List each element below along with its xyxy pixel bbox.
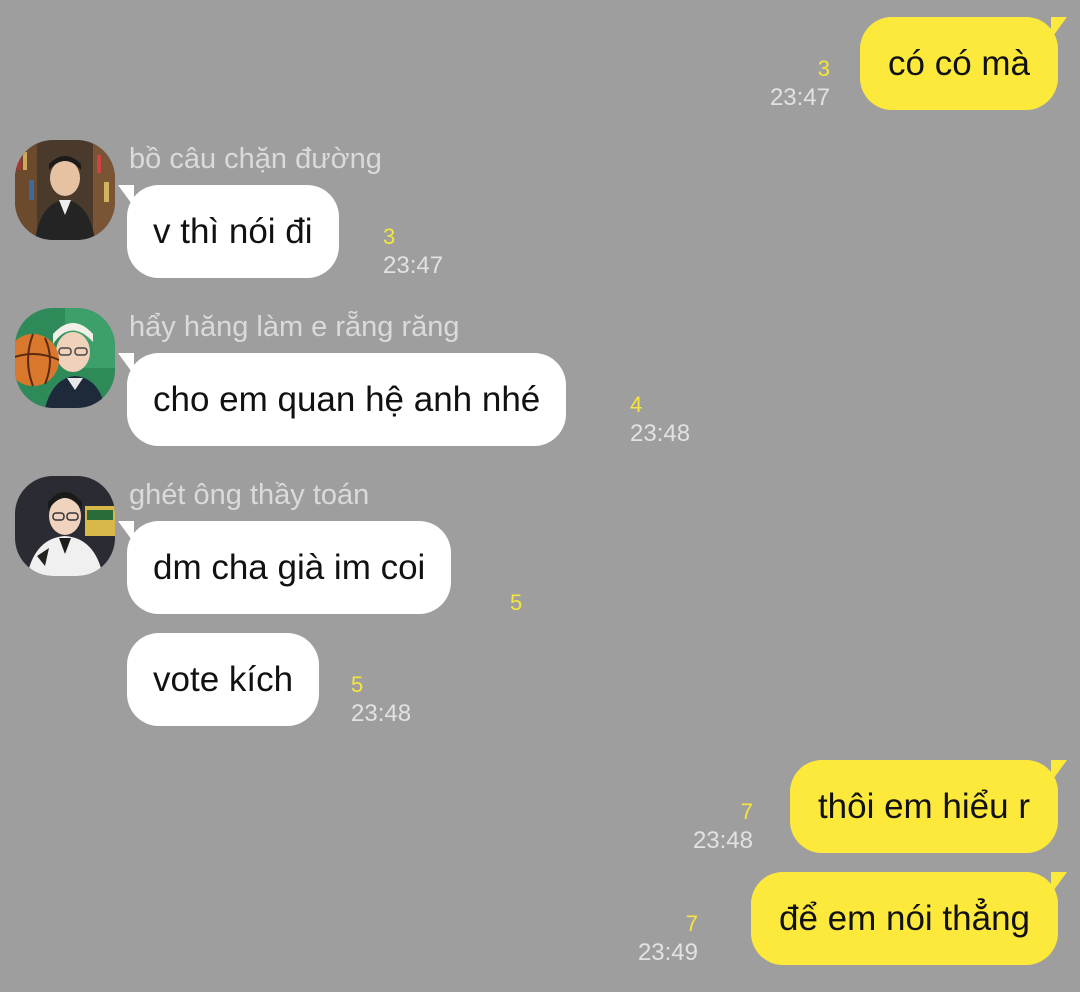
incoming-message-bubble[interactable]: v thì nói đi [118, 185, 339, 278]
unread-count: 7 [740, 799, 753, 824]
user-photo-avatar-icon [15, 308, 115, 408]
message-time: 23:48 [692, 827, 753, 854]
sender-avatar[interactable] [15, 308, 115, 408]
unread-count: 3 [817, 56, 830, 81]
chat-message-list[interactable]: 3 23:47 có có mà bồ câu chặn đường v thì… [0, 0, 1080, 992]
sender-name: bồ câu chặn đường [129, 143, 382, 175]
incoming-message-bubble[interactable]: vote kích [127, 633, 320, 726]
incoming-message-bubble[interactable]: cho em quan hệ anh nhé [117, 353, 567, 446]
user-photo-avatar-icon [15, 140, 115, 240]
user-photo-avatar-icon [15, 476, 115, 576]
message-time: 23:47 [383, 252, 444, 279]
outgoing-message-bubble[interactable]: để em nói thẳng [750, 872, 1068, 965]
message-text: thôi em hiểu r [817, 787, 1030, 826]
sender-name: ghét ông thầy toán [129, 479, 370, 511]
sender-avatar[interactable] [15, 140, 115, 240]
message-time: 23:47 [769, 84, 830, 111]
message-text: dm cha già im coi [153, 548, 426, 587]
sender-avatar[interactable] [15, 476, 115, 576]
message-text: có có mà [888, 44, 1030, 83]
unread-count: 5 [351, 672, 364, 697]
unread-count: 3 [383, 224, 396, 249]
message-time: 23:48 [351, 700, 412, 727]
outgoing-message-bubble[interactable]: có có mà [860, 17, 1067, 110]
message-text: để em nói thẳng [778, 899, 1030, 938]
unread-count: 4 [630, 392, 643, 417]
message-text: v thì nói đi [153, 212, 313, 251]
unread-count: 7 [685, 911, 698, 936]
message-text: vote kích [153, 660, 294, 699]
sender-name: hẩy hăng làm e rẵng răng [129, 311, 460, 343]
incoming-message-bubble[interactable]: dm cha già im coi [117, 521, 452, 614]
message-text: cho em quan hệ anh nhé [153, 380, 541, 419]
unread-count: 5 [510, 590, 523, 615]
message-time: 23:49 [637, 939, 698, 966]
message-time: 23:48 [630, 420, 691, 447]
outgoing-message-bubble[interactable]: thôi em hiểu r [789, 760, 1068, 853]
